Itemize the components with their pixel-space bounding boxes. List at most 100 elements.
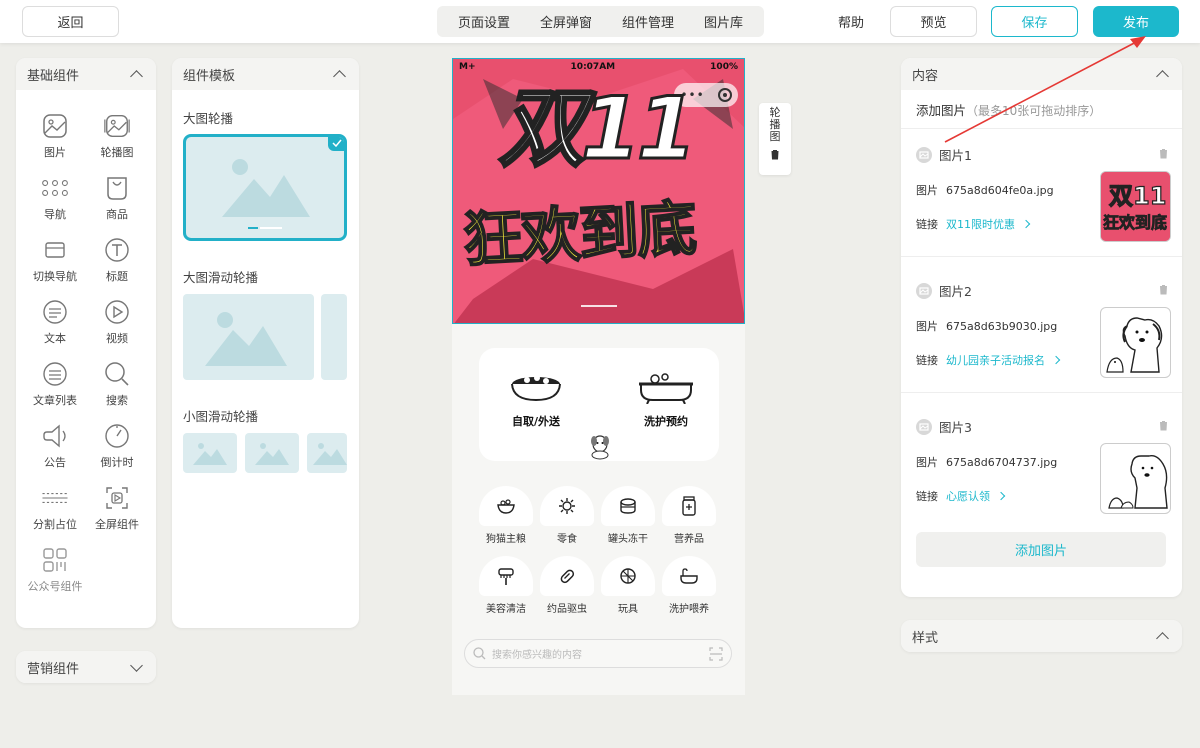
component-label: 公告 [44,456,66,469]
template-large-swipe-carousel[interactable] [183,294,314,380]
add-image-button[interactable]: 添加图片 [916,532,1166,567]
component-nav[interactable]: 导航 [24,174,86,234]
component-image[interactable]: 图片 [24,112,86,172]
service-grooming[interactable]: 洗护预约 [631,370,701,429]
component-divider[interactable]: 分割占位 [24,484,86,544]
image-filename: 675a8d63b9030.jpg [946,319,1058,333]
style-header[interactable]: 样式 [901,620,1182,652]
category-item[interactable]: 营养品 [658,486,720,545]
template-large-swipe-next [321,294,347,380]
component-fullscreen[interactable]: 全屏组件 [86,484,148,544]
category-label: 零食 [557,534,577,545]
category-item[interactable]: 玩具 [597,556,659,615]
category-item[interactable]: 罐头冻干 [597,486,659,545]
dog-sketch-art [1108,454,1168,509]
trash-icon[interactable] [1159,284,1168,295]
template-small-swipe-2[interactable] [245,433,299,473]
snack-gear-icon [559,498,575,514]
image-thumbnail[interactable]: 双11 狂欢到底 [1100,171,1171,242]
link-value[interactable]: 双11限时优惠 [946,216,1015,232]
category-item[interactable]: 洗护喂养 [658,556,720,615]
basic-components-panel: 基础组件 图片 轮播图 导航 商品 切换导航 标题 文本 视频 文章列表 搜索 … [16,58,156,628]
component-official-account[interactable]: 公众号组件 [24,546,86,606]
trash-icon[interactable] [1159,148,1168,159]
component-notice[interactable]: 公告 [24,422,86,482]
component-goods[interactable]: 商品 [86,174,148,234]
image-item-title: 图片3 [916,417,972,436]
link-row[interactable]: 链接 心愿认领 [916,488,1006,504]
template-small-swipe-3[interactable] [307,433,347,473]
template-large-carousel[interactable] [183,134,347,241]
content-header[interactable]: 内容 [901,58,1182,90]
basic-components-header[interactable]: 基础组件 [16,58,156,90]
link-row[interactable]: 链接 双11限时优惠 [916,216,1031,232]
component-text[interactable]: 文本 [24,298,86,358]
image-icon [41,112,69,140]
service-label: 自取/外送 [511,415,561,428]
component-label: 搜索 [106,394,128,407]
placeholder-image-icon [222,159,310,229]
tab-fullscreen-popup[interactable]: 全屏弹窗 [536,12,596,31]
component-label: 商品 [106,208,128,221]
link-row[interactable]: 链接 幼儿园亲子活动报名 [916,352,1061,368]
component-side-tool: 轮 播 图 [759,103,791,175]
service-pickup[interactable]: 自取/外送 [501,370,571,429]
component-label: 标题 [106,270,128,283]
chevron-down-icon [130,658,143,672]
scan-icon[interactable] [709,646,723,661]
component-countdown[interactable]: 倒计时 [86,422,148,482]
svg-text:双11: 双11 [1109,182,1166,210]
component-search[interactable]: 搜索 [86,360,148,420]
trash-icon[interactable] [770,149,780,160]
link-value[interactable]: 心愿认领 [946,488,990,504]
category-item[interactable]: 狗猫主粮 [475,486,537,545]
category-item[interactable]: 美容清洁 [475,556,537,615]
save-button[interactable]: 保存 [991,6,1078,37]
component-carousel[interactable]: 轮播图 [86,112,148,172]
tab-page-settings[interactable]: 页面设置 [454,12,514,31]
component-title[interactable]: 标题 [86,236,148,296]
template-small-swipe-1[interactable] [183,433,237,473]
chevron-right-icon [996,491,1006,501]
category-item[interactable]: 零食 [536,486,598,545]
preview-button[interactable]: 预览 [890,6,977,37]
add-image-hint: 添加图片（最多10张可拖动排序） [916,100,1101,119]
marketing-components-header[interactable]: 营销组件 [16,651,156,683]
tab-image-library[interactable]: 图片库 [700,12,747,31]
component-label: 公众号组件 [27,580,83,593]
image-filename: 675a8d6704737.jpg [946,455,1058,469]
dog-sketch-art [1106,317,1163,373]
component-video[interactable]: 视频 [86,298,148,358]
component-tab-nav[interactable]: 切换导航 [24,236,86,296]
chevron-up-icon [130,69,143,83]
bath-icon [680,568,698,584]
search-placeholder: 搜索你感兴趣的内容 [492,650,582,661]
banner-subline: 狂欢到底 [460,193,697,277]
panel-title: 样式 [912,630,939,646]
content-panel: 内容 添加图片（最多10张可拖动排序） 图片1 图片 675a8d604fe0a… [901,58,1182,597]
category-item[interactable]: 约品驱虫 [536,556,598,615]
help-button[interactable]: 帮助 [826,6,876,37]
image-item-title: 图片2 [916,281,972,300]
can-icon [620,498,636,514]
image-icon [916,282,932,299]
trash-icon[interactable] [1159,420,1168,431]
image-thumbnail[interactable] [1100,307,1171,378]
publish-button[interactable]: 发布 [1093,6,1179,37]
category-label: 美容清洁 [486,604,526,615]
category-label: 狗猫主粮 [486,534,526,545]
templates-header[interactable]: 组件模板 [172,58,359,90]
image-thumbnail[interactable] [1100,443,1171,514]
image-icon [916,146,932,163]
component-label: 分割占位 [33,518,77,531]
banner-thumbnail-art: 双11 狂欢到底 [1101,172,1170,241]
chevron-up-icon [1156,631,1169,645]
carousel-banner[interactable]: M+ 10:07AM 100% ••• 双11 狂欢到底 [452,58,745,324]
back-button[interactable]: 返回 [22,6,119,37]
link-value[interactable]: 幼儿园亲子活动报名 [946,352,1045,368]
tab-component-manage[interactable]: 组件管理 [618,12,678,31]
component-label: 切换导航 [33,270,77,283]
component-article-list[interactable]: 文章列表 [24,360,86,420]
image-item-title-text: 图片1 [939,148,972,163]
search-bar[interactable]: 搜索你感兴趣的内容 [464,639,732,668]
